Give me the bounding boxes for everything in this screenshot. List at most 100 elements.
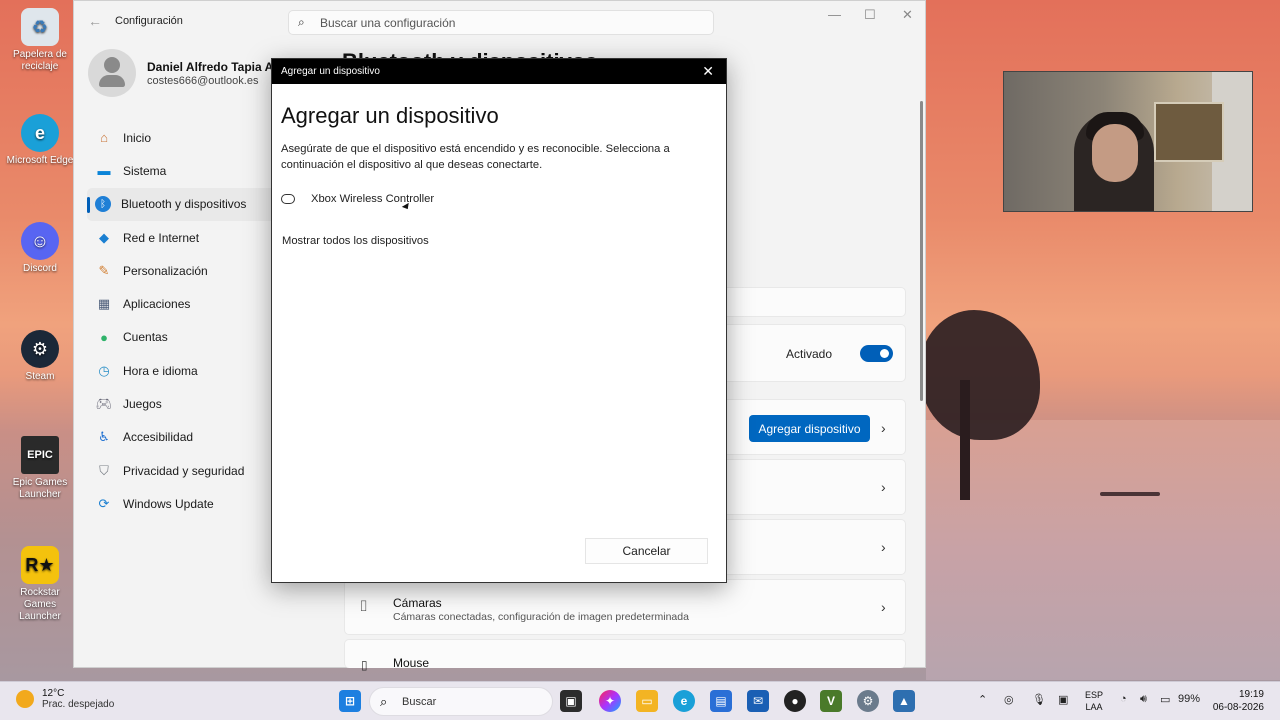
discord-icon: ☺ [21, 222, 59, 260]
settings-search-input[interactable]: ⌕ Buscar una configuración [288, 10, 714, 35]
weather-temperature: 12°C [42, 688, 65, 699]
sidebar-item-hora[interactable]: ◷ Hora e idioma [87, 354, 277, 387]
desktop-icon-rockstar[interactable]: R★ Rockstar Games Launcher [4, 546, 76, 623]
brush-icon: ✎ [98, 262, 110, 278]
taskbar-search[interactable]: ⌕ Buscar [369, 687, 553, 716]
scrollbar[interactable] [920, 101, 923, 401]
sidebar-item-label: Accesibilidad [123, 430, 194, 445]
screen-icon[interactable]: ▣ [1058, 693, 1068, 706]
weather-widget[interactable]: 12°C Prac. despejado [16, 688, 114, 710]
microphone-icon[interactable]: 🎙︎ [1032, 693, 1046, 706]
user-email: costes666@outlook.es [147, 75, 259, 87]
desktop-icon-discord[interactable]: ☺ Discord [4, 222, 76, 275]
desktop-icon-steam[interactable]: ⚙ Steam [4, 330, 76, 383]
webcam-overlay [1003, 71, 1253, 212]
gamepad-icon [281, 194, 295, 204]
close-icon[interactable]: ✕ [902, 7, 913, 23]
add-device-button[interactable]: Agregar dispositivo [749, 415, 870, 442]
cancel-button[interactable]: Cancelar [585, 538, 708, 564]
app-icon[interactable]: ● [784, 690, 806, 712]
sidebar-item-personalizacion[interactable]: ✎ Personalización [87, 254, 277, 287]
desktop-icon-epic-games[interactable]: EPIC Epic Games Launcher [4, 436, 76, 501]
update-icon: ⟳ [98, 495, 110, 511]
sidebar-item-bluetooth[interactable]: ᛒ Bluetooth y dispositivos [87, 187, 277, 221]
sidebar-item-aplicaciones[interactable]: ▦ Aplicaciones [87, 287, 277, 320]
wallpaper-island [1100, 492, 1160, 496]
close-icon[interactable]: ✕ [702, 63, 714, 80]
minimize-icon[interactable]: — [828, 7, 841, 22]
add-device-dialog: Agregar un dispositivo ✕ Agregar un disp… [271, 58, 727, 583]
dialog-heading: Agregar un dispositivo [281, 103, 499, 128]
dialog-bar-title: Agregar un dispositivo [281, 66, 380, 77]
sidebar-item-inicio[interactable]: ⌂ Inicio [87, 121, 277, 154]
photos-icon[interactable]: ▲ [893, 690, 915, 712]
desktop-icon-label: Epic Games Launcher [12, 477, 68, 500]
sidebar-item-label: Bluetooth y dispositivos [121, 197, 247, 212]
date: 06-08-2026 [1212, 702, 1264, 713]
bluetooth-icon: ᛒ [95, 196, 111, 213]
chevron-right-icon: › [881, 539, 886, 555]
outlook-icon[interactable]: ✉ [747, 690, 769, 712]
app-title: Configuración [115, 15, 183, 27]
taskbar: 12°C Prac. despejado ⊞ ⌕ Buscar ▣ ✦ ▭ e … [0, 681, 1280, 720]
cameras-row[interactable]: ⌷ Cámaras Cámaras conectadas, configurac… [344, 579, 906, 635]
chevron-right-icon[interactable]: › [881, 420, 886, 436]
tray-app-icon[interactable]: ◎ [1004, 693, 1014, 706]
sidebar-item-juegos[interactable]: 🎮︎ Juegos [87, 387, 277, 420]
chevron-right-icon: › [881, 599, 886, 615]
search-icon: ⌕ [298, 15, 305, 29]
cameras-title: Cámaras [393, 596, 442, 610]
wifi-icon: ◆ [99, 229, 109, 245]
battery-percent: 99% [1178, 693, 1201, 705]
mouse-title: Mouse [393, 656, 430, 670]
accessibility-icon: ♿︎ [98, 429, 110, 445]
start-windows-icon[interactable]: ⊞ [339, 690, 361, 712]
desktop-icon-edge[interactable]: e Microsoft Edge [4, 114, 76, 167]
task-view-icon[interactable]: ▣ [560, 690, 582, 712]
sidebar-item-privacidad[interactable]: ⛉ Privacidad y seguridad [87, 454, 277, 487]
gamepad-icon: 🎮︎ [95, 396, 113, 412]
mouse-row[interactable]: ▯ Mouse [344, 639, 906, 672]
taskbar-search-label: Buscar [402, 696, 437, 708]
edge-icon[interactable]: e [673, 690, 695, 712]
store-icon[interactable]: ▤ [710, 690, 732, 712]
desktop-icon-recycle-bin[interactable]: ♻ Papelera de reciclaje [4, 8, 76, 73]
keyboard-layout: LAA [1085, 702, 1103, 712]
wallpaper-tree-trunk [960, 380, 970, 500]
edge-icon: e [21, 114, 59, 152]
game-app-icon[interactable]: V [820, 690, 842, 712]
input-language[interactable]: ESP LAA [1085, 689, 1103, 713]
settings-gear-icon[interactable]: ⚙ [857, 690, 879, 712]
copilot-icon[interactable]: ✦ [599, 690, 621, 712]
sidebar-item-cuentas[interactable]: ● Cuentas [87, 321, 277, 354]
desktop-icon-label: Steam [25, 371, 55, 382]
wifi-icon[interactable]: ◔ [1120, 693, 1127, 705]
desktop-wallpaper-sea [926, 420, 1280, 680]
show-all-devices-link[interactable]: Mostrar todos los dispositivos [282, 235, 429, 247]
back-arrow-icon[interactable]: ← [88, 13, 102, 29]
epic-games-icon: EPIC [21, 436, 59, 474]
sidebar-item-windows-update[interactable]: ⟳ Windows Update [87, 487, 277, 520]
file-explorer-icon[interactable]: ▭ [636, 690, 658, 712]
search-icon: ⌕ [380, 694, 388, 709]
battery-icon[interactable]: ▭ [1160, 693, 1170, 706]
sidebar-item-red[interactable]: ◆ Red e Internet [87, 221, 277, 254]
dialog-titlebar: Agregar un dispositivo ✕ [272, 59, 726, 84]
system-icon: ▬ [97, 163, 111, 179]
sidebar-item-label: Aplicaciones [123, 297, 191, 312]
bluetooth-toggle[interactable] [860, 345, 893, 362]
device-item-xbox-controller[interactable]: Xbox Wireless Controller [281, 193, 434, 205]
dialog-description: Asegúrate de que el dispositivo está enc… [281, 143, 670, 171]
weather-condition: Prac. despejado [42, 699, 115, 710]
sidebar-item-accesibilidad[interactable]: ♿︎ Accesibilidad [87, 421, 277, 454]
desktop-icon-label: Discord [23, 263, 57, 274]
search-placeholder: Buscar una configuración [320, 16, 456, 30]
maximize-icon[interactable]: ☐ [864, 7, 876, 23]
desktop-icon-label: Microsoft Edge [6, 155, 74, 166]
clock[interactable]: 19:19 06-08-2026 [1212, 688, 1264, 714]
volume-icon[interactable]: 🔊︎ [1140, 693, 1147, 706]
sidebar-item-sistema[interactable]: ▬ Sistema [87, 154, 277, 187]
chevron-up-icon[interactable]: ⌃ [978, 693, 987, 706]
sidebar-item-label: Sistema [123, 163, 167, 178]
sun-icon [16, 690, 34, 708]
